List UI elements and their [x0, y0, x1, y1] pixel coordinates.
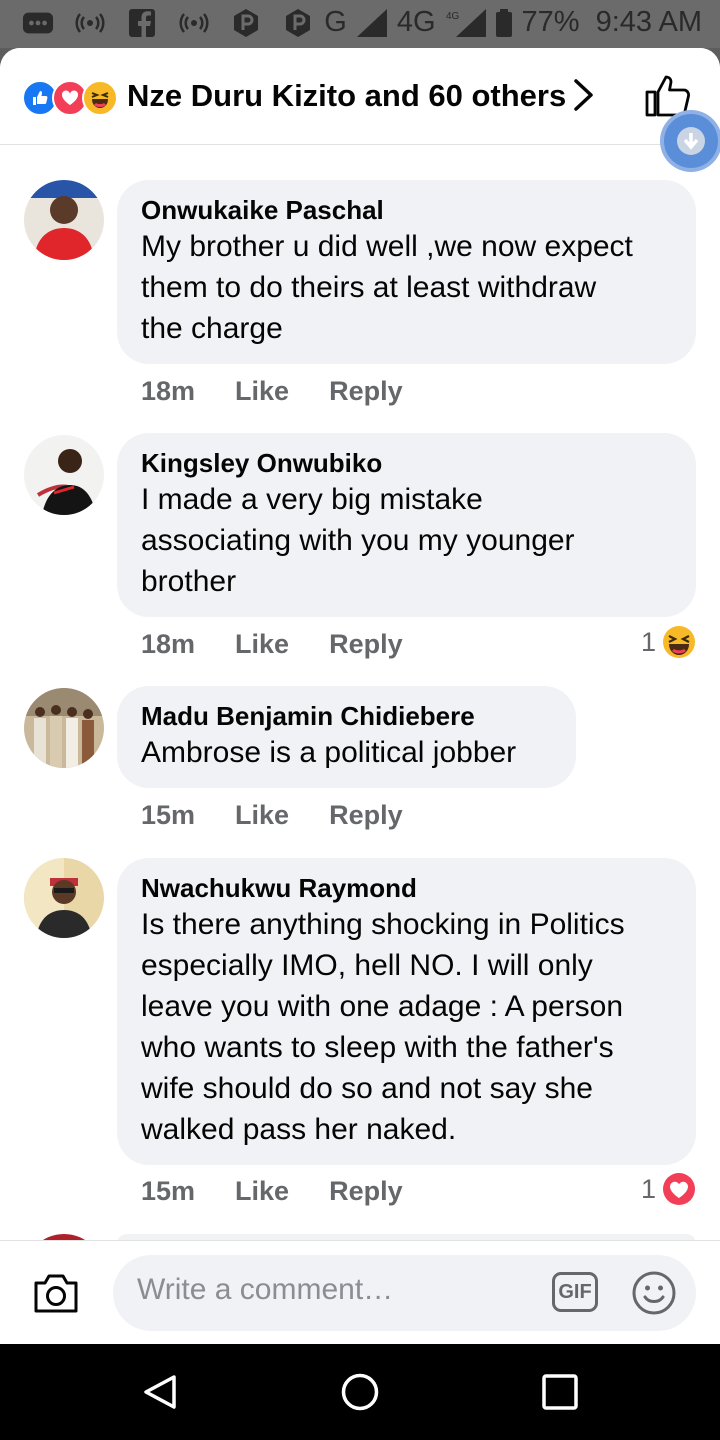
comment-input-placeholder: Write a comment… [137, 1273, 394, 1306]
comment-bubble[interactable]: Madu Benjamin Chidiebere Ambrose is a po… [117, 686, 576, 788]
signal-icon [356, 8, 387, 37]
reply-action[interactable]: Reply [329, 629, 403, 660]
comment-bubble[interactable]: Onwukaike Paschal My brother u did well … [117, 180, 696, 364]
comment-text-line: My brother u did well ,we now expect [141, 230, 633, 263]
reaction-count-value: 1 [640, 626, 656, 657]
hotspot-icon [178, 8, 210, 38]
reply-action[interactable]: Reply [329, 800, 403, 831]
battery-level: 77% [521, 6, 580, 38]
comment-text-line: who wants to sleep with the father's [141, 1031, 614, 1064]
reply-action[interactable]: Reply [329, 1176, 403, 1207]
comments-sheet: Nze Duru Kizito and 60 others Onwukaike … [0, 48, 720, 1344]
comment-actions: 18m Like Reply [141, 629, 443, 660]
comment-text-line: especially IMO, hell NO. I will only [141, 949, 593, 982]
reply-action[interactable]: Reply [329, 376, 403, 407]
comment-text-line: associating with you my younger [141, 524, 575, 557]
comment-text-line: I made a very big mistake [141, 483, 483, 516]
chevron-right-icon[interactable] [572, 78, 596, 112]
comment-actions: 15m Like Reply [141, 800, 443, 831]
comment-text-line: wife should do so and not say she [141, 1072, 593, 1105]
reaction-summary[interactable] [22, 80, 118, 116]
like-action[interactable]: Like [235, 376, 289, 407]
comment-time: 15m [141, 800, 196, 830]
comment-composer: Write a comment… GIF [0, 1240, 720, 1344]
app-p-icon [230, 8, 262, 38]
comment-actions: 18m Like Reply [141, 376, 443, 407]
clock: 9:43 AM [595, 6, 702, 38]
comment-text-line: Is there anything shocking in Politics [141, 908, 625, 941]
haha-icon [82, 80, 118, 116]
comment-bubble[interactable]: Kingsley Onwubiko I made a very big mist… [117, 433, 696, 617]
signal-icon: 4G [446, 8, 486, 37]
comment-time: 15m [141, 1176, 196, 1206]
scroll-down-button[interactable] [664, 114, 718, 168]
comment-text-line: walked pass her naked. [141, 1113, 457, 1146]
comment-author[interactable]: Onwukaike Paschal [141, 194, 672, 226]
more-icon [22, 8, 54, 38]
comment-author[interactable]: Kingsley Onwubiko [141, 447, 672, 479]
app-p-icon [282, 8, 314, 38]
comment-text-line: leave you with one adage : A person [141, 990, 624, 1023]
comment-text-line: brother [141, 565, 237, 598]
avatar[interactable] [24, 180, 104, 260]
like-button-icon[interactable] [644, 74, 690, 118]
comment-time: 18m [141, 376, 196, 406]
recents-icon[interactable] [541, 1372, 579, 1412]
haha-icon [663, 626, 695, 658]
emoji-icon[interactable] [631, 1270, 677, 1316]
like-action[interactable]: Like [235, 1176, 289, 1207]
battery-icon [495, 8, 512, 37]
arrow-down-icon [677, 127, 705, 155]
comment-author[interactable]: Madu Benjamin Chidiebere [141, 700, 552, 732]
love-icon [663, 1173, 695, 1205]
comment-text-line: the charge [141, 312, 283, 345]
reaction-count-value: 1 [640, 1173, 656, 1204]
home-icon[interactable] [340, 1372, 380, 1412]
comment-input[interactable]: Write a comment… GIF [113, 1255, 696, 1331]
reactors-title[interactable]: Nze Duru Kizito and 60 others [127, 78, 566, 114]
reactions-header[interactable]: Nze Duru Kizito and 60 others [0, 48, 720, 145]
network-type-4g: 4G [396, 6, 436, 38]
svg-text:4G: 4G [446, 11, 460, 22]
status-bar: G 4G 4G 77% 9:43 AM [0, 0, 720, 48]
avatar[interactable] [24, 858, 104, 938]
facebook-icon [126, 8, 158, 38]
android-nav-bar [0, 1344, 720, 1440]
network-type: G [324, 6, 347, 38]
comment-author[interactable]: Nwachukwu Raymond [141, 872, 672, 904]
comment-bubble[interactable]: Nwachukwu Raymond Is there anything shoc… [117, 858, 696, 1165]
like-action[interactable]: Like [235, 800, 289, 831]
comment-text-line: Ambrose is a political jobber [141, 736, 517, 769]
hotspot-icon [74, 8, 106, 38]
comment-reaction-count[interactable]: 1 [641, 625, 696, 659]
comment-reaction-count[interactable]: 1 [641, 1172, 696, 1206]
like-action[interactable]: Like [235, 629, 289, 660]
camera-icon[interactable] [32, 1271, 80, 1315]
comment-time: 18m [141, 629, 196, 659]
comment-actions: 15m Like Reply [141, 1176, 443, 1207]
avatar[interactable] [24, 688, 104, 768]
back-icon[interactable] [140, 1372, 180, 1412]
gif-button[interactable]: GIF [552, 1272, 598, 1312]
comment-text-line: them to do theirs at least withdraw [141, 271, 597, 304]
avatar[interactable] [24, 435, 104, 515]
